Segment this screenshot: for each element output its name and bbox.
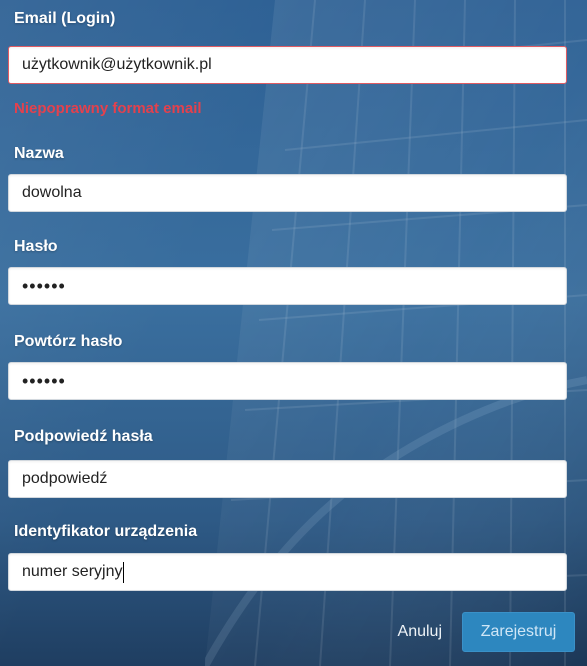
device-id-value: numer seryjny — [22, 563, 123, 580]
form-actions: Anuluj Zarejestruj — [390, 612, 575, 652]
repeat-password-label: Powtórz hasło — [14, 333, 123, 350]
device-id-label: Identyfikator urządzenia — [14, 523, 198, 540]
name-label: Nazwa — [14, 145, 64, 162]
password-hint-label: Podpowiedź hasła — [14, 428, 153, 445]
registration-form: Email (Login) użytkownik@użytkownik.pl N… — [6, 0, 581, 666]
password-hint-field[interactable]: podpowiedź — [8, 460, 567, 498]
cancel-button[interactable]: Anuluj — [390, 623, 450, 641]
text-cursor — [123, 561, 125, 583]
email-field[interactable]: użytkownik@użytkownik.pl — [8, 46, 567, 84]
repeat-password-field[interactable]: •••••• — [8, 362, 567, 400]
register-button[interactable]: Zarejestruj — [462, 612, 575, 652]
name-field[interactable]: dowolna — [8, 174, 567, 212]
password-field[interactable]: •••••• — [8, 267, 567, 305]
device-id-field[interactable]: numer seryjny — [8, 553, 567, 591]
email-error-message: Niepoprawny format email — [14, 100, 202, 117]
email-label: Email (Login) — [14, 10, 116, 27]
password-label: Hasło — [14, 238, 58, 255]
